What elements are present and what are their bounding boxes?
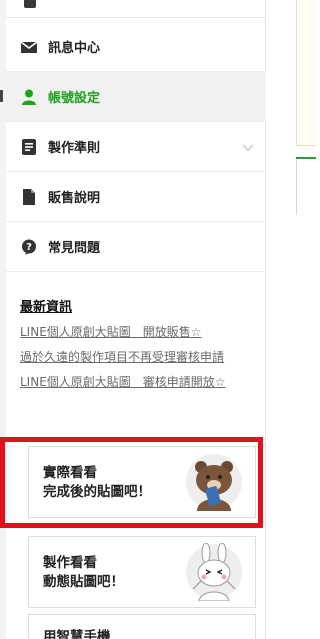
sidebar-item-messages[interactable]: 訊息中心	[6, 22, 266, 72]
strip-marker	[0, 90, 3, 102]
news-link[interactable]: 過於久遠的製作項目不再受理審核申請	[20, 348, 260, 365]
sidebar-item-label: 帳號設定	[48, 91, 101, 106]
sidebar-item-faq[interactable]: ? 常見問題	[6, 222, 266, 272]
highlight-annotation-box	[0, 437, 263, 528]
svg-text:?: ?	[26, 242, 32, 253]
cut-off-icon	[24, 0, 36, 8]
promo-card-animated-stickers[interactable]: 製作看看 動態貼圖吧！	[28, 536, 256, 608]
right-green-divider	[296, 157, 316, 159]
right-panel-card	[296, 0, 316, 146]
sidebar-top-cut-item	[6, 0, 266, 18]
chevron-down-icon[interactable]	[242, 141, 254, 153]
question-bubble-icon: ?	[22, 239, 36, 255]
promo-line: 製作看看	[43, 555, 97, 571]
sidebar-item-sales[interactable]: 販售說明	[6, 172, 266, 222]
promo-line: 用智慧手機	[43, 629, 111, 639]
news-section: 最新資訊 LINE個人原創大貼圖 開放販售☆ 過於久遠的製作項目不再受理審核申請…	[20, 296, 260, 390]
news-title: 最新資訊	[20, 300, 73, 315]
promo-card-smartphone[interactable]: 用智慧手機	[28, 614, 256, 639]
promo-text: 製作看看 動態貼圖吧！	[43, 554, 124, 592]
right-panel-edge	[296, 159, 297, 215]
document-icon	[22, 139, 36, 155]
sidebar-item-label: 常見問題	[48, 241, 101, 256]
sidebar: 訊息中心 帳號設定 製作準則 販售說明 ? 常見問題 最新資訊 LINE個人原創…	[6, 0, 266, 639]
sidebar-item-label: 訊息中心	[48, 41, 101, 56]
sidebar-item-label: 製作準則	[48, 141, 101, 156]
sidebar-item-label: 販售說明	[48, 191, 101, 206]
sidebar-item-guidelines[interactable]: 製作準則	[6, 122, 266, 172]
news-link[interactable]: LINE個人原創大貼圖 審核申請開放☆	[20, 373, 260, 390]
file-icon	[23, 189, 35, 205]
promo-line: 動態貼圖吧！	[43, 574, 124, 590]
mail-icon	[20, 41, 38, 53]
user-icon	[22, 89, 36, 105]
right-content-area	[268, 0, 316, 639]
cony-bunny-art	[186, 543, 242, 601]
sidebar-item-account-settings[interactable]: 帳號設定	[6, 72, 266, 122]
news-link[interactable]: LINE個人原創大貼圖 開放販售☆	[20, 323, 260, 340]
